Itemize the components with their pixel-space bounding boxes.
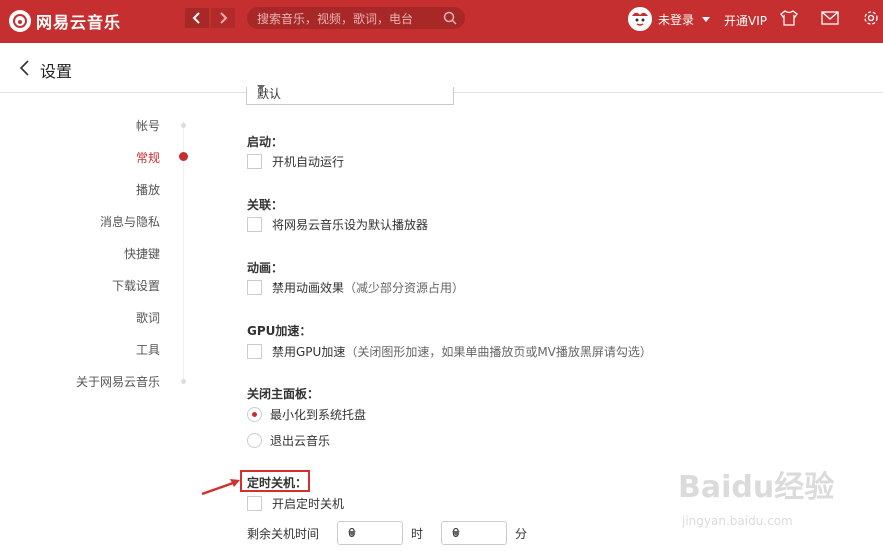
close-option-exit[interactable]: 退出云音乐 [247,432,330,449]
sidebar-item-download[interactable]: 下载设置 [112,277,160,294]
animation-option[interactable]: 禁用动画效果 （减少部分资源占用） [247,279,464,296]
timer-shutdown-title: 定时关机： [247,476,308,490]
startup-option[interactable]: 开机自动运行 [247,153,344,170]
exit-label: 退出云音乐 [270,434,331,448]
sidebar-dot-active [179,152,188,161]
baidu-watermark: Baidu经验 jingyan.baidu.com [668,462,868,542]
close-option-minimize[interactable]: 最小化到系统托盘 [247,406,366,423]
animation-title: 动画： [247,261,284,275]
exit-radio[interactable] [247,433,262,448]
avatar[interactable] [628,7,652,31]
chevron-left-icon [192,12,200,24]
timer-shutdown-label: 开启定时关机 [272,497,345,511]
caret-down-icon [348,531,357,536]
sidebar-item-tools[interactable]: 工具 [136,341,160,358]
sidebar-dot [181,123,186,128]
hours-select[interactable]: 0 [337,521,404,545]
gpu-label: 禁用GPU加速 [272,345,346,359]
association-title: 关联： [247,198,284,212]
search-placeholder: 搜索音乐，视频，歌词，电台 [257,12,414,26]
startup-checkbox[interactable] [247,154,262,169]
user-name[interactable]: 未登录 [658,11,694,28]
caret-down-icon[interactable] [702,16,711,22]
gpu-checkbox[interactable] [247,344,262,359]
timer-shutdown-checkbox[interactable] [247,496,262,511]
animation-note: （减少部分资源占用） [344,281,465,295]
association-checkbox[interactable] [247,217,262,232]
app-logo[interactable]: 网易云音乐 [9,9,121,33]
minutes-select[interactable]: 0 [441,521,508,545]
user-menu[interactable]: 未登录 [628,7,711,31]
watermark-url: jingyan.baidu.com [682,514,793,528]
netease-music-icon [9,10,31,32]
timer-row: 剩余关机时间 0 时 0 分 [247,521,527,545]
minimize-radio[interactable] [247,407,262,422]
sidebar-item-account[interactable]: 帐号 [136,117,160,134]
gpu-title: GPU加速： [247,324,312,338]
back-nav-button[interactable] [184,7,210,29]
top-bar: 网易云音乐 搜索音乐，视频，歌词，电台 未登录 开通VIP [0,0,883,43]
language-select[interactable]: 默认 [246,85,454,105]
sidebar-item-general[interactable]: 常规 [136,149,160,166]
sidebar-dot [181,379,186,384]
caret-down-icon [452,531,461,536]
animation-checkbox[interactable] [247,280,262,295]
history-nav [184,7,236,29]
minutes-unit: 分 [515,526,528,541]
search-input[interactable]: 搜索音乐，视频，歌词，电台 [247,7,465,29]
association-option[interactable]: 将网易云音乐设为默认播放器 [247,216,428,233]
skin-icon[interactable] [780,10,798,26]
chevron-right-icon [220,12,228,24]
search-icon[interactable] [443,11,457,25]
sidebar-item-playback[interactable]: 播放 [136,181,160,198]
mail-icon[interactable] [821,10,839,26]
vip-link[interactable]: 开通VIP [724,12,767,29]
gpu-note: （关闭图形加速，如果单曲播放页或MV播放黑屏请勾选） [345,345,652,359]
startup-label: 开机自动运行 [272,155,345,169]
page-title: 设置 [40,62,73,81]
forward-nav-button[interactable] [210,7,236,29]
startup-title: 启动： [247,135,284,149]
sidebar-item-about[interactable]: 关于网易云音乐 [76,373,160,390]
settings-sidebar: 帐号 常规 播放 消息与隐私 快捷键 下载设置 歌词 工具 关于网易云音乐 [0,93,200,558]
annotation-arrow-icon [201,479,240,496]
gpu-option[interactable]: 禁用GPU加速 （关闭图形加速，如果单曲播放页或MV播放黑屏请勾选） [247,343,652,360]
app-name: 网易云音乐 [36,13,122,32]
remaining-time-label: 剩余关机时间 [247,526,320,541]
minimize-label: 最小化到系统托盘 [270,408,367,422]
timer-shutdown-option[interactable]: 开启定时关机 [247,495,344,512]
sidebar-item-shortcuts[interactable]: 快捷键 [124,245,160,262]
hours-unit: 时 [411,526,424,541]
settings-header: 设置 [0,43,883,93]
watermark-brand: Baidu经验 [678,470,835,505]
close-panel-title: 关闭主面板： [247,387,320,401]
association-label: 将网易云音乐设为默认播放器 [272,218,429,232]
caret-down-icon [257,85,265,90]
gear-icon[interactable] [862,10,880,26]
sidebar-item-lyrics[interactable]: 歌词 [136,309,160,326]
sidebar-item-messages-privacy[interactable]: 消息与隐私 [100,213,160,230]
back-arrow-icon[interactable] [18,60,30,76]
animation-label: 禁用动画效果 [272,281,345,295]
